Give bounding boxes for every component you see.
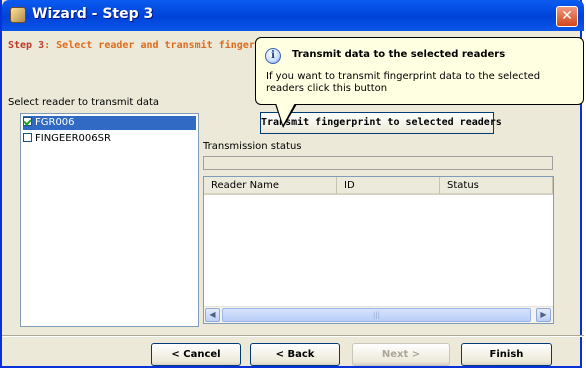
column-header-status[interactable]: Status (440, 177, 553, 195)
app-icon (10, 7, 26, 23)
scroll-left-icon[interactable]: ◀ (205, 308, 220, 322)
tooltip-balloon: i Transmit data to the selected readers … (255, 37, 584, 105)
button-separator (2, 335, 584, 337)
reader-checkbox[interactable] (23, 117, 32, 126)
reader-list-item[interactable]: FINGEER006SR (23, 132, 196, 146)
horizontal-scrollbar[interactable]: ◀ ||| ▶ (204, 306, 553, 323)
finish-button[interactable]: Finish (461, 343, 552, 366)
window-title: Wizard - Step 3 (32, 6, 154, 22)
close-button[interactable]: ✕ (556, 6, 578, 27)
next-button[interactable]: Next > (352, 343, 450, 366)
cancel-button[interactable]: < Cancel (151, 343, 241, 366)
tooltip-title: Transmit data to the selected readers (292, 49, 506, 60)
reader-checkbox[interactable] (23, 133, 32, 142)
reader-list-label: Select reader to transmit data (8, 97, 160, 108)
column-header-id[interactable]: ID (337, 177, 440, 195)
scroll-right-icon[interactable]: ▶ (536, 308, 551, 322)
scroll-thumb[interactable]: ||| (222, 308, 531, 322)
tooltip-body: If you want to transmit fingerprint data… (266, 71, 541, 94)
step-description: : Select reader and transmit fingerprint (44, 40, 285, 51)
reader-name: FINGEER006SR (35, 133, 111, 144)
title-bar[interactable]: Wizard - Step 3 ✕ (2, 0, 584, 31)
transmission-table[interactable]: Reader Name ID Status ◀ ||| ▶ (203, 176, 554, 324)
transmission-progress-bar (203, 156, 553, 170)
tooltip-pointer-fill (276, 103, 295, 125)
reader-list-item[interactable]: FGR006 (23, 116, 196, 130)
info-icon: i (265, 48, 281, 64)
column-header-reader-name[interactable]: Reader Name (204, 177, 337, 195)
reader-listbox[interactable]: FGR006 FINGEER006SR (20, 113, 199, 327)
step-heading: Step 3: Select reader and transmit finge… (8, 40, 285, 51)
reader-name: FGR006 (35, 117, 75, 128)
back-button[interactable]: < Back (250, 343, 340, 366)
step-number: Step 3 (8, 40, 45, 51)
transmission-status-label: Transmission status (203, 141, 302, 152)
